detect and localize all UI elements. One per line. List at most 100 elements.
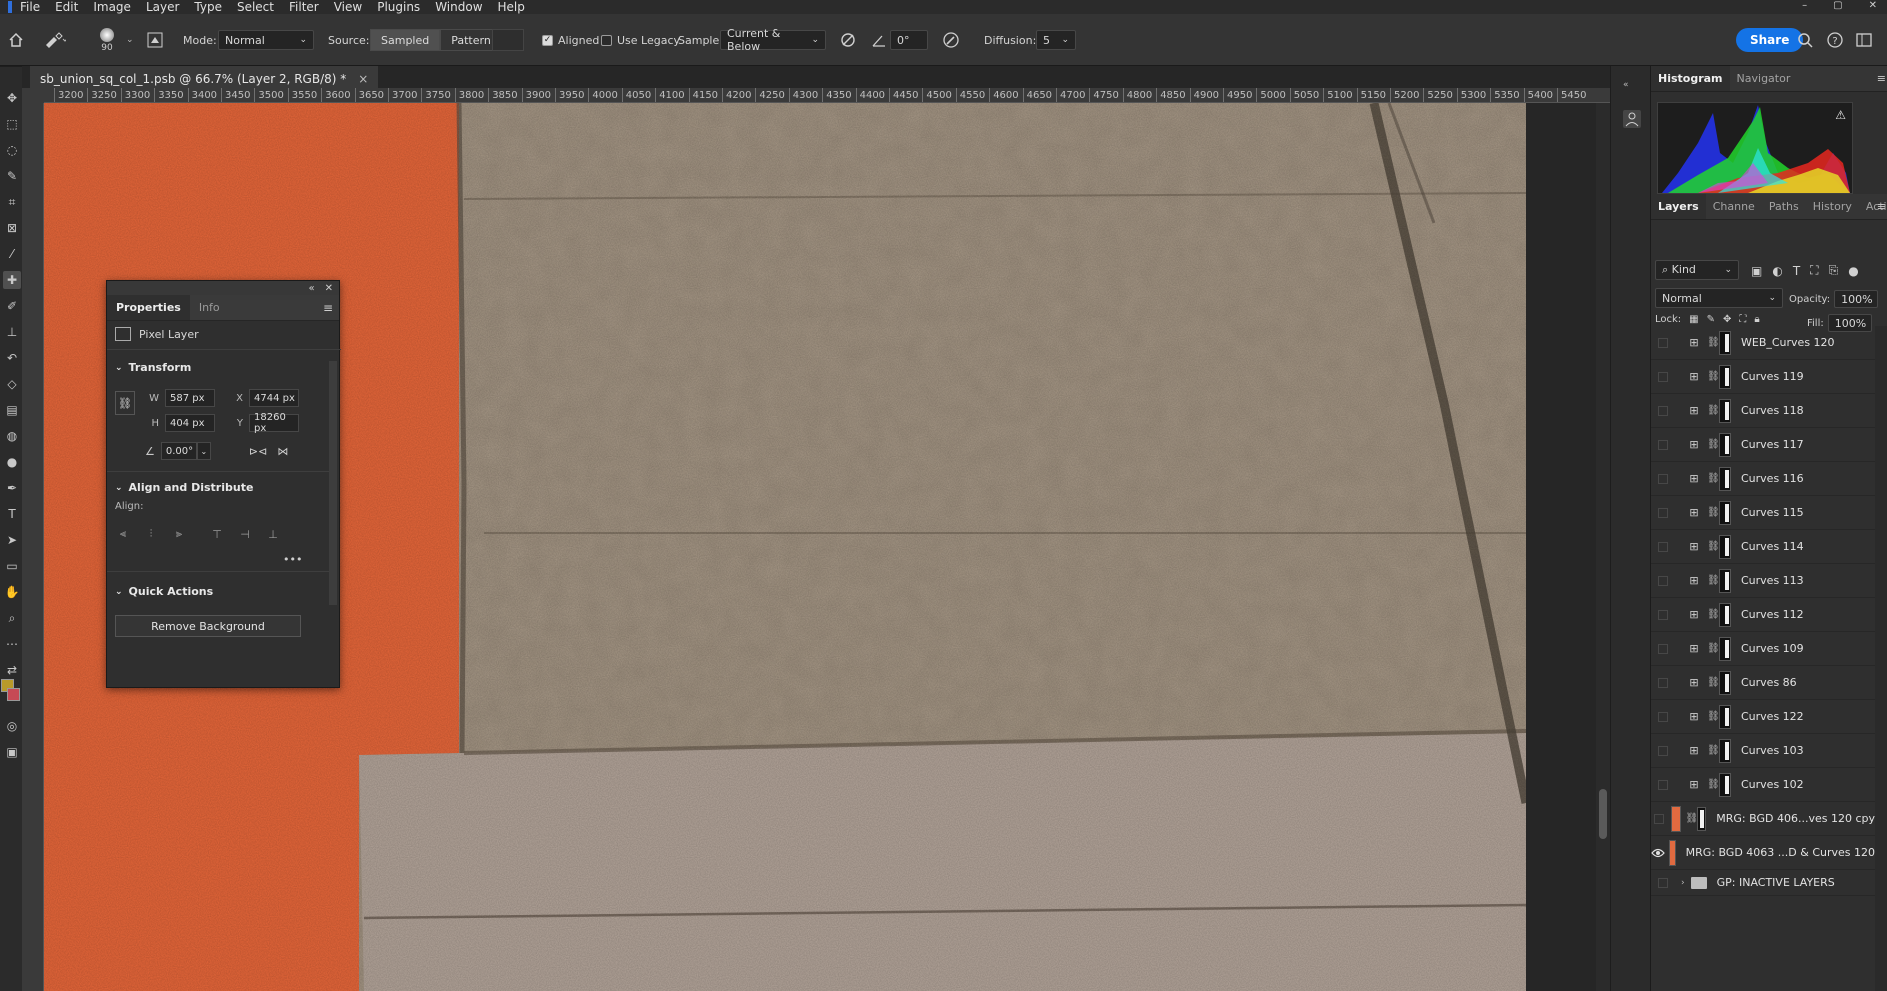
- link-icon[interactable]: ⛓: [1707, 745, 1720, 756]
- menu-window[interactable]: Window: [435, 1, 482, 13]
- lock-artboard-icon[interactable]: ⛶: [1739, 314, 1746, 325]
- visibility-toggle[interactable]: [1658, 677, 1668, 688]
- layer-row[interactable]: ⊞ ⛓ Curves 112: [1651, 598, 1875, 632]
- menu-edit[interactable]: Edit: [55, 1, 78, 13]
- layer-row[interactable]: › GP: INACTIVE LAYERS: [1651, 870, 1875, 896]
- x-input[interactable]: 4744 px: [249, 389, 299, 407]
- lock-transparency-icon[interactable]: ▦: [1689, 314, 1698, 325]
- menu-filter[interactable]: Filter: [289, 1, 319, 13]
- rectangle-tool-icon[interactable]: ▭: [3, 557, 21, 575]
- chevron-down-icon[interactable]: ⌄: [115, 363, 123, 373]
- align-center-horizontal-icon[interactable]: ⫶: [143, 527, 159, 541]
- close-icon[interactable]: ×: [358, 72, 368, 86]
- tab-paths[interactable]: Paths: [1762, 194, 1806, 219]
- path-select-tool-icon[interactable]: ➤: [3, 531, 21, 549]
- layer-name[interactable]: Curves 109: [1741, 642, 1804, 655]
- move-tool-icon[interactable]: ✥: [3, 89, 21, 107]
- layer-mask-thumbnail[interactable]: [1697, 806, 1707, 831]
- remove-background-button[interactable]: Remove Background: [115, 615, 301, 637]
- layer-row[interactable]: ⊞ ⛓ WEB_Curves 120: [1651, 326, 1875, 360]
- close-icon[interactable]: ✕: [325, 283, 333, 294]
- pattern-picker[interactable]: [492, 29, 524, 51]
- link-icon[interactable]: ⛓: [1707, 643, 1720, 654]
- blur-tool-icon[interactable]: ◍: [3, 427, 21, 445]
- layer-name[interactable]: MRG: BGD 4063 ...D & Curves 120: [1686, 846, 1875, 859]
- link-icon[interactable]: ⛓: [1707, 609, 1720, 620]
- tab-navigator[interactable]: Navigator: [1730, 66, 1798, 91]
- tab-properties[interactable]: Properties: [107, 295, 190, 320]
- sample-select[interactable]: Current & Below ⌄: [720, 27, 826, 53]
- menu-plugins[interactable]: Plugins: [377, 1, 420, 13]
- lock-position-icon[interactable]: ✥: [1723, 314, 1731, 325]
- eye-icon[interactable]: [1651, 836, 1665, 870]
- filter-adjustment-icon[interactable]: ◐: [1772, 264, 1782, 278]
- layer-row[interactable]: ⊞ ⛓ Curves 114: [1651, 530, 1875, 564]
- link-icon[interactable]: ⛓: [1707, 405, 1720, 416]
- layer-mask-thumbnail[interactable]: [1719, 398, 1731, 423]
- layer-row[interactable]: ⊞ ⛓ Curves 86: [1651, 666, 1875, 700]
- chevron-down-icon[interactable]: ⌄: [126, 14, 134, 66]
- layer-name[interactable]: Curves 115: [1741, 506, 1804, 519]
- close-window-icon[interactable]: ✕: [1869, 0, 1877, 11]
- layer-mask-thumbnail[interactable]: [1719, 602, 1731, 627]
- aligned-checkbox[interactable]: ✓ Aligned: [542, 14, 599, 66]
- layer-name[interactable]: Curves 102: [1741, 778, 1804, 791]
- warning-icon[interactable]: ⚠: [1835, 108, 1846, 122]
- rotation-input[interactable]: 0.00°: [160, 442, 197, 460]
- filter-toggle-icon[interactable]: ●: [1848, 264, 1858, 278]
- layer-name[interactable]: Curves 113: [1741, 574, 1804, 587]
- lasso-tool-icon[interactable]: ◌: [3, 141, 21, 159]
- healing-brush-tool-icon[interactable]: ✚: [3, 271, 21, 289]
- quick-mask-icon[interactable]: ◎: [3, 717, 21, 735]
- link-icon[interactable]: ⛓: [1707, 677, 1720, 688]
- layer-name[interactable]: MRG: BGD 406...ves 120 cpy: [1716, 812, 1875, 825]
- layer-name[interactable]: Curves 122: [1741, 710, 1804, 723]
- layer-mask-thumbnail[interactable]: [1719, 330, 1731, 355]
- align-right-icon[interactable]: ⫸: [171, 527, 187, 541]
- chevron-down-icon[interactable]: ⌄: [115, 587, 123, 597]
- layer-mask-thumbnail[interactable]: [1719, 568, 1731, 593]
- menu-type[interactable]: Type: [194, 1, 222, 13]
- panel-menu-icon[interactable]: ≡: [1877, 200, 1886, 213]
- layer-row[interactable]: ⊞ ⛓ Curves 113: [1651, 564, 1875, 598]
- brush-settings-icon[interactable]: [146, 14, 164, 66]
- marquee-tool-icon[interactable]: ⬚: [3, 115, 21, 133]
- menu-view[interactable]: View: [334, 1, 362, 13]
- layer-row[interactable]: ⊞ ⛓ Curves 117: [1651, 428, 1875, 462]
- hand-tool-icon[interactable]: ✋: [3, 583, 21, 601]
- menu-help[interactable]: Help: [498, 1, 525, 13]
- layer-row[interactable]: MRG: BGD 4063 ...D & Curves 120: [1651, 836, 1875, 870]
- visibility-toggle[interactable]: [1658, 507, 1668, 518]
- tab-layers[interactable]: Layers: [1651, 194, 1706, 219]
- quick-select-tool-icon[interactable]: ✎: [3, 167, 21, 185]
- help-icon[interactable]: ?: [1827, 14, 1843, 66]
- visibility-toggle[interactable]: [1658, 609, 1668, 620]
- background-color-swatch[interactable]: [7, 688, 20, 701]
- layer-name[interactable]: Curves 112: [1741, 608, 1804, 621]
- visibility-toggle[interactable]: [1658, 337, 1668, 348]
- healing-brush-tool-icon[interactable]: [44, 14, 66, 66]
- crop-tool-icon[interactable]: ⌗: [3, 193, 21, 211]
- layer-row[interactable]: ⊞ ⛓ Curves 115: [1651, 496, 1875, 530]
- visibility-toggle[interactable]: [1658, 541, 1668, 552]
- layer-mask-thumbnail[interactable]: [1719, 670, 1731, 695]
- search-icon[interactable]: [1797, 14, 1813, 66]
- more-tools-icon[interactable]: ⋯: [3, 635, 21, 653]
- diffusion-select[interactable]: 5 ⌄: [1036, 30, 1076, 50]
- chevron-right-icon[interactable]: ›: [1681, 878, 1685, 888]
- more-options-icon[interactable]: •••: [283, 553, 302, 566]
- layer-name[interactable]: Curves 118: [1741, 404, 1804, 417]
- layer-name[interactable]: Curves 119: [1741, 370, 1804, 383]
- layer-mask-thumbnail[interactable]: [1719, 364, 1731, 389]
- tab-history[interactable]: History: [1806, 194, 1859, 219]
- layer-mask-thumbnail[interactable]: [1719, 636, 1731, 661]
- visibility-toggle[interactable]: [1658, 779, 1668, 790]
- zoom-tool-icon[interactable]: ⌕: [3, 609, 21, 627]
- layer-name[interactable]: Curves 116: [1741, 472, 1804, 485]
- pressure-size-icon[interactable]: [942, 14, 960, 66]
- layer-filter-select[interactable]: ⌕ Kind ⌄: [1655, 260, 1739, 280]
- layer-thumbnail[interactable]: [1671, 805, 1682, 832]
- layer-name[interactable]: Curves 114: [1741, 540, 1804, 553]
- visibility-toggle[interactable]: [1658, 439, 1668, 450]
- layer-row[interactable]: ⊞ ⛓ Curves 103: [1651, 734, 1875, 768]
